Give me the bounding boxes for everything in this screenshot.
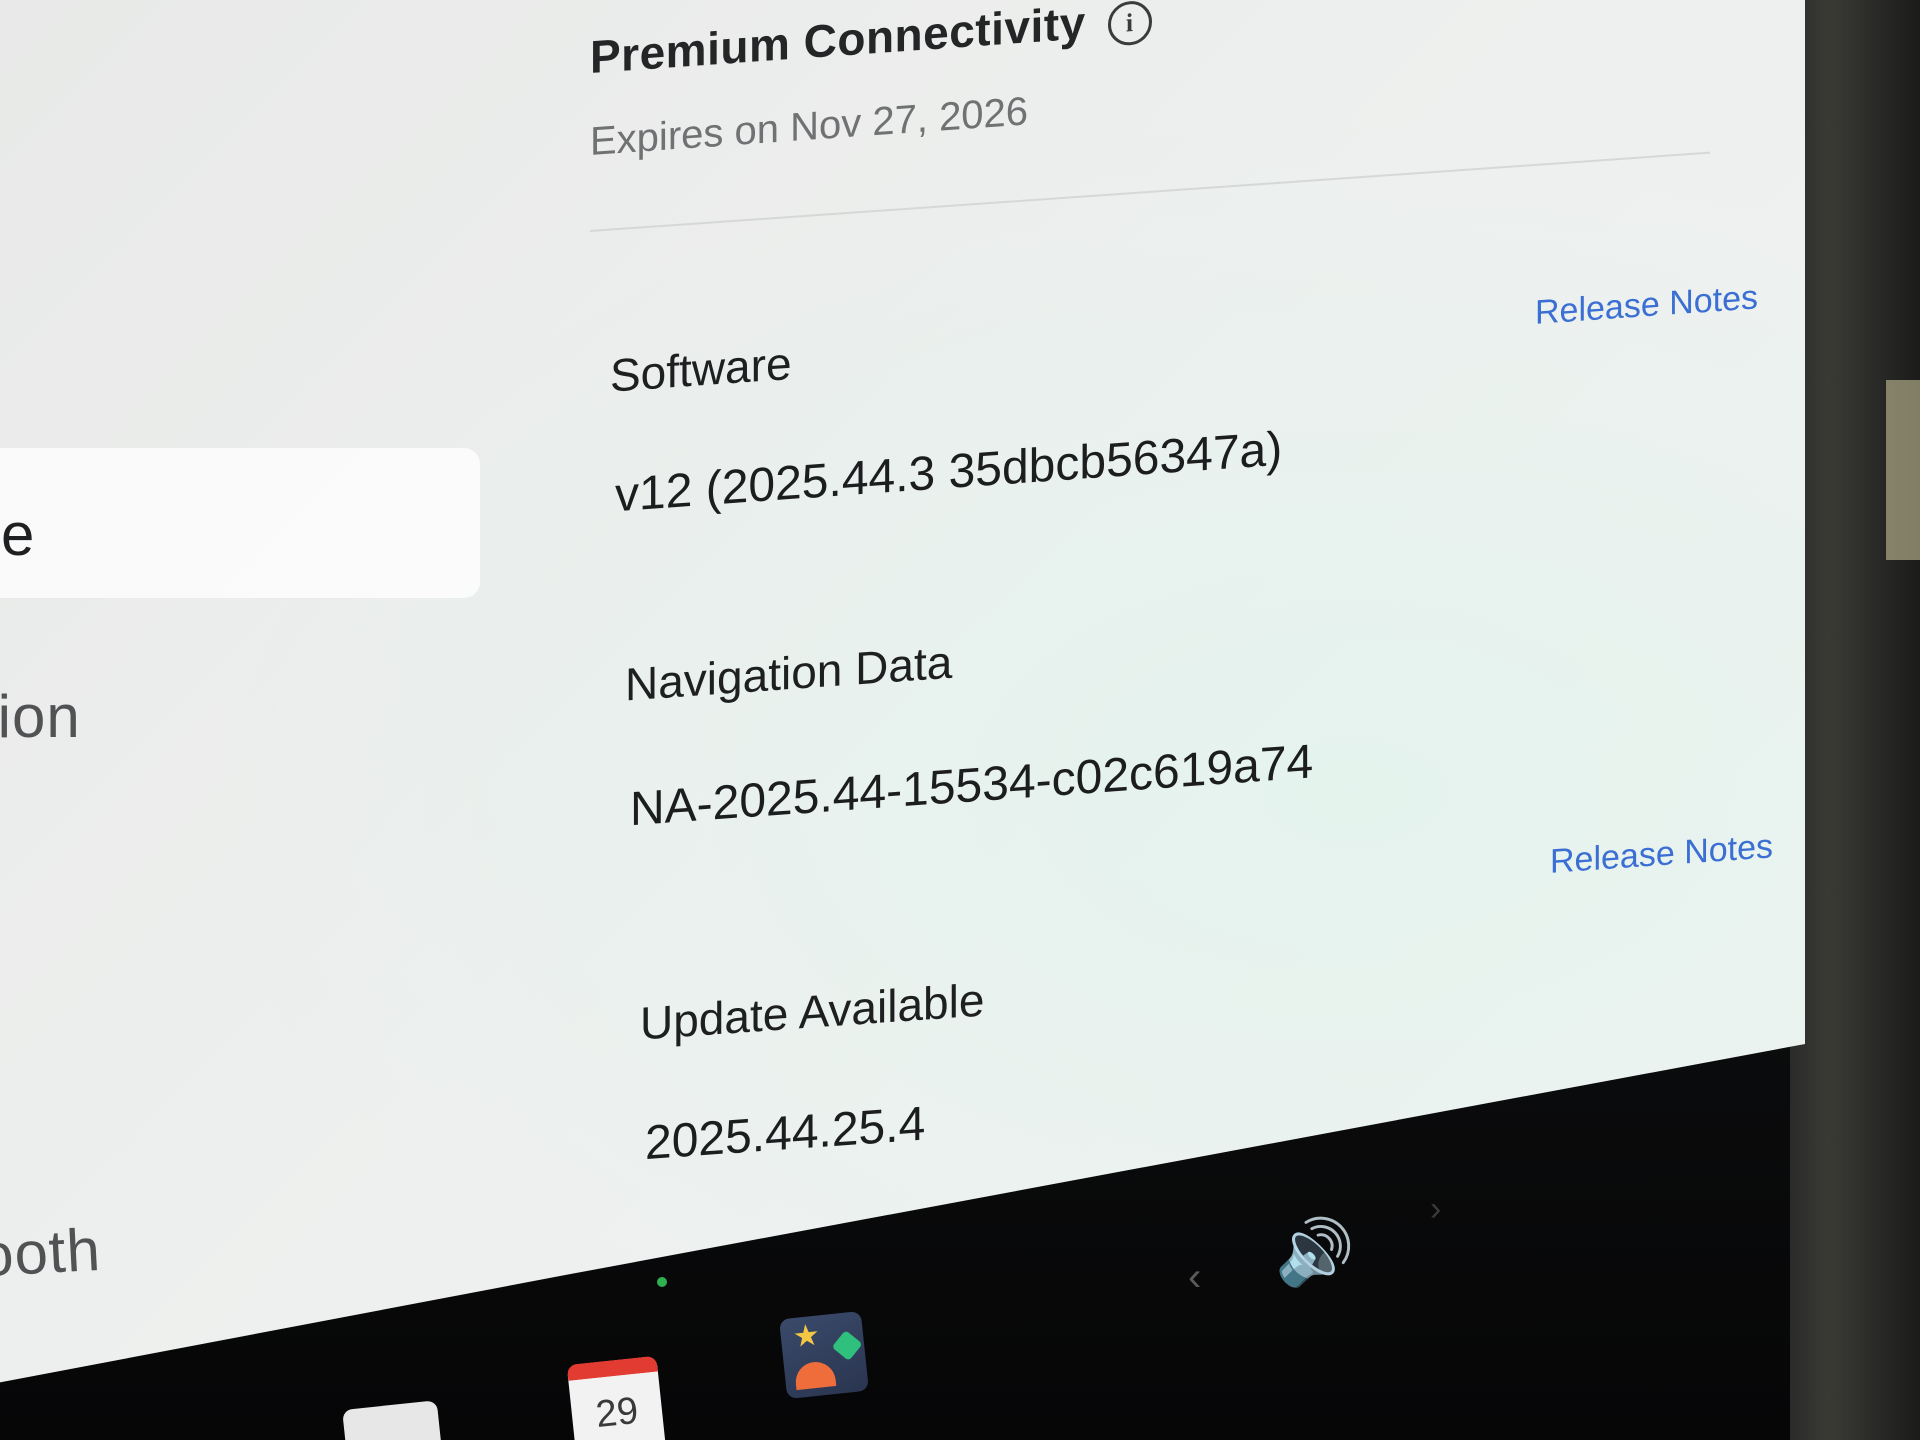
sidebar-item-navigation[interactable]: tion (0, 682, 81, 751)
premium-connectivity-header: Premium Connectivity i (590, 0, 1152, 84)
wifi-message-suffix: to download the Software Update (1072, 1184, 1676, 1271)
sun-shape (793, 1360, 837, 1391)
update-available-title: Update Available (640, 973, 985, 1050)
sidebar-item-bluetooth[interactable]: ooth (0, 1215, 103, 1290)
navigation-data-title: Navigation Data (625, 635, 953, 711)
sidebar-selected-highlight (0, 448, 480, 598)
update-version: 2025.44.25.4 (645, 1097, 926, 1171)
premium-connectivity-title: Premium Connectivity (590, 0, 1086, 84)
chevron-right-icon[interactable]: › (1430, 1190, 1441, 1229)
screen-photo: re tion ooth Premium Connectivity i Expir… (0, 0, 1920, 1440)
gem-shape (831, 1330, 863, 1362)
premium-connectivity-expiry: Expires on Nov 27, 2026 (590, 89, 1029, 164)
software-panel: Premium Connectivity i Expires on Nov 27,… (590, 0, 1773, 1301)
section-divider (590, 151, 1710, 232)
update-release-notes-link[interactable]: Release Notes (1550, 827, 1773, 882)
info-icon[interactable]: i (1107, 0, 1152, 47)
software-title: Software (610, 336, 792, 402)
wifi-download-message: Please connect to Wi-Fi to download the … (650, 1184, 1675, 1301)
star-icon: ★ (791, 1318, 822, 1355)
wifi-message-prefix: Please (650, 1246, 784, 1300)
calendar-icon[interactable]: 29 (566, 1355, 668, 1440)
display-bezel (1790, 0, 1920, 1440)
connect-wifi-link[interactable]: connect to Wi-Fi (783, 1226, 1072, 1290)
navigation-data-version: NA-2025.44-15534-c02c619a74 (630, 735, 1314, 837)
volume-icon[interactable]: 🔊 (1275, 1215, 1355, 1290)
chevron-left-icon[interactable]: ‹ (1188, 1255, 1201, 1300)
toybox-icon[interactable]: ★ (779, 1310, 869, 1400)
status-dot (657, 1277, 667, 1287)
software-settings-screen: re tion ooth Premium Connectivity i Expir… (0, 0, 1805, 1383)
software-release-notes-link[interactable]: Release Notes (1535, 278, 1758, 333)
dock-app-icon[interactable] (342, 1400, 443, 1440)
sidebar-item-software[interactable]: re (0, 500, 35, 569)
settings-sidebar: re tion ooth (0, 0, 500, 1382)
software-version: v12 (2025.44.3 35dbcb56347a) (615, 422, 1283, 523)
